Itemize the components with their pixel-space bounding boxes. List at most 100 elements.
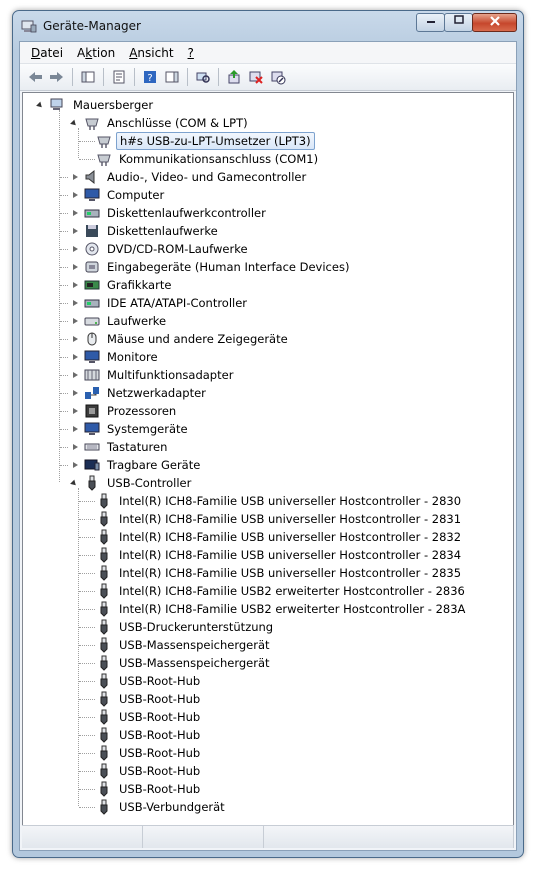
device-item[interactable]: USB-Massenspeichergerät bbox=[96, 654, 273, 672]
device-category[interactable]: Netzwerkadapter bbox=[71, 384, 209, 402]
device-category[interactable]: Eingabegeräte (Human Interface Devices) bbox=[71, 258, 352, 276]
menu-datei[interactable]: Datei bbox=[24, 44, 70, 62]
tree-root[interactable]: Mauersberger bbox=[37, 96, 156, 114]
device-item[interactable]: USB-Root-Hub bbox=[96, 672, 203, 690]
collapse-arrow-icon[interactable] bbox=[71, 479, 80, 488]
device-category[interactable]: Monitore bbox=[71, 348, 161, 366]
forward-arrow-button[interactable] bbox=[47, 67, 67, 87]
mouse-device-icon bbox=[84, 331, 100, 347]
expand-arrow-icon[interactable] bbox=[71, 371, 80, 380]
device-item[interactable]: Kommunikationsanschluss (COM1) bbox=[96, 150, 321, 168]
expand-arrow-icon[interactable] bbox=[71, 353, 80, 362]
collapse-arrow-icon[interactable] bbox=[71, 119, 80, 128]
tree-item-label: DVD/CD-ROM-Laufwerke bbox=[107, 242, 248, 256]
controller-device-icon bbox=[84, 295, 100, 311]
device-category[interactable]: Grafikkarte bbox=[71, 276, 174, 294]
device-item[interactable]: Intel(R) ICH8-Familie USB2 erweiterter H… bbox=[96, 600, 468, 618]
minimize-button[interactable] bbox=[416, 13, 445, 32]
expand-arrow-icon[interactable] bbox=[71, 173, 80, 182]
tree-item-label: USB-Root-Hub bbox=[119, 782, 201, 796]
expand-arrow-icon[interactable] bbox=[71, 443, 80, 452]
expand-arrow-icon[interactable] bbox=[71, 299, 80, 308]
device-item[interactable]: Intel(R) ICH8-Familie USB universeller H… bbox=[96, 510, 464, 528]
expand-arrow-icon[interactable] bbox=[71, 425, 80, 434]
device-category[interactable]: USB-Controller bbox=[71, 474, 194, 492]
tree-item-label: USB-Root-Hub bbox=[119, 746, 201, 760]
device-item[interactable]: Intel(R) ICH8-Familie USB2 erweiterter H… bbox=[96, 582, 468, 600]
back-arrow-button[interactable] bbox=[25, 67, 45, 87]
device-item[interactable]: h#s USB-zu-LPT-Umsetzer (LPT3) bbox=[96, 132, 315, 150]
expand-arrow-icon[interactable] bbox=[71, 191, 80, 200]
device-category[interactable]: Diskettenlaufwerke bbox=[71, 222, 221, 240]
device-item[interactable]: USB-Root-Hub bbox=[96, 690, 203, 708]
device-category[interactable]: Tastaturen bbox=[71, 438, 170, 456]
device-category[interactable]: Computer bbox=[71, 186, 167, 204]
device-category[interactable]: Audio-, Video- und Gamecontroller bbox=[71, 168, 309, 186]
device-category[interactable]: Tragbare Geräte bbox=[71, 456, 203, 474]
disable-device-button[interactable] bbox=[268, 67, 288, 87]
expand-arrow-icon[interactable] bbox=[71, 389, 80, 398]
expand-arrow-icon[interactable] bbox=[71, 335, 80, 344]
expand-arrow-icon[interactable] bbox=[71, 263, 80, 272]
device-item[interactable]: Intel(R) ICH8-Familie USB universeller H… bbox=[96, 564, 464, 582]
maximize-button[interactable] bbox=[444, 13, 473, 32]
device-category[interactable]: Multifunktionsadapter bbox=[71, 366, 236, 384]
expand-arrow-icon[interactable] bbox=[71, 227, 80, 236]
menu-ansicht[interactable]: Ansicht bbox=[122, 44, 180, 62]
device-item[interactable]: USB-Root-Hub bbox=[96, 780, 203, 798]
device-item[interactable]: Intel(R) ICH8-Familie USB universeller H… bbox=[96, 528, 464, 546]
usb-device-icon bbox=[96, 655, 112, 671]
update-driver-button[interactable] bbox=[224, 67, 244, 87]
tree-connector-line bbox=[60, 339, 68, 340]
collapse-arrow-icon[interactable] bbox=[37, 101, 46, 110]
device-category[interactable]: Mäuse und andere Zeigegeräte bbox=[71, 330, 291, 348]
device-item[interactable]: Intel(R) ICH8-Familie USB universeller H… bbox=[96, 546, 464, 564]
device-item[interactable]: Intel(R) ICH8-Familie USB universeller H… bbox=[96, 492, 464, 510]
action-pane-button[interactable] bbox=[162, 67, 182, 87]
tree-item-label: Intel(R) ICH8-Familie USB2 erweiterter H… bbox=[119, 584, 465, 598]
device-item[interactable]: USB-Root-Hub bbox=[96, 762, 203, 780]
device-category[interactable]: Anschlüsse (COM & LPT) bbox=[71, 114, 251, 132]
expand-arrow-icon[interactable] bbox=[71, 281, 80, 290]
device-item[interactable]: USB-Root-Hub bbox=[96, 744, 203, 762]
uninstall-button[interactable] bbox=[246, 67, 266, 87]
device-item[interactable]: USB-Druckerunterstützung bbox=[96, 618, 276, 636]
port-device-icon bbox=[96, 151, 112, 167]
computer-device-icon bbox=[50, 97, 66, 113]
device-category[interactable]: Diskettenlaufwerkcontroller bbox=[71, 204, 269, 222]
tree-connector-line bbox=[60, 411, 68, 412]
expand-arrow-icon[interactable] bbox=[71, 461, 80, 470]
device-category[interactable]: Laufwerke bbox=[71, 312, 169, 330]
menu-help[interactable]: ? bbox=[181, 44, 201, 62]
tree-connector-line bbox=[79, 627, 95, 628]
device-category[interactable]: Systemgeräte bbox=[71, 420, 191, 438]
console-tree-button[interactable] bbox=[78, 67, 98, 87]
tree-item-label: USB-Verbundgerät bbox=[119, 800, 225, 814]
expand-arrow-icon[interactable] bbox=[71, 407, 80, 416]
tree-item-label: Prozessoren bbox=[107, 404, 177, 418]
device-item[interactable]: USB-Root-Hub bbox=[96, 726, 203, 744]
usb-device-icon bbox=[96, 601, 112, 617]
expand-arrow-icon[interactable] bbox=[71, 245, 80, 254]
scan-hardware-button[interactable] bbox=[193, 67, 213, 87]
expand-arrow-icon[interactable] bbox=[71, 209, 80, 218]
device-item[interactable]: USB-Massenspeichergerät bbox=[96, 636, 273, 654]
title-bar[interactable]: Geräte-Manager bbox=[13, 11, 523, 41]
display-device-icon bbox=[84, 277, 100, 293]
expand-arrow-icon[interactable] bbox=[71, 317, 80, 326]
tree-item-label: Intel(R) ICH8-Familie USB universeller H… bbox=[119, 530, 462, 544]
properties-button[interactable] bbox=[109, 67, 129, 87]
device-item[interactable]: USB-Verbundgerät bbox=[96, 798, 228, 816]
help-button[interactable]: ? bbox=[140, 67, 160, 87]
device-item[interactable]: USB-Root-Hub bbox=[96, 708, 203, 726]
tree-connector-line bbox=[79, 789, 95, 790]
close-button[interactable] bbox=[472, 13, 517, 32]
device-category[interactable]: DVD/CD-ROM-Laufwerke bbox=[71, 240, 251, 258]
device-tree[interactable]: Mauersberger Anschlüsse (COM & LPT) h#s US… bbox=[22, 92, 514, 828]
tree-connector-line bbox=[79, 735, 95, 736]
tree-item-label: Computer bbox=[107, 188, 165, 202]
device-category[interactable]: IDE ATA/ATAPI-Controller bbox=[71, 294, 250, 312]
menu-aktion[interactable]: Aktion bbox=[70, 44, 122, 62]
device-category[interactable]: Prozessoren bbox=[71, 402, 179, 420]
uninstall-icon bbox=[249, 71, 263, 84]
